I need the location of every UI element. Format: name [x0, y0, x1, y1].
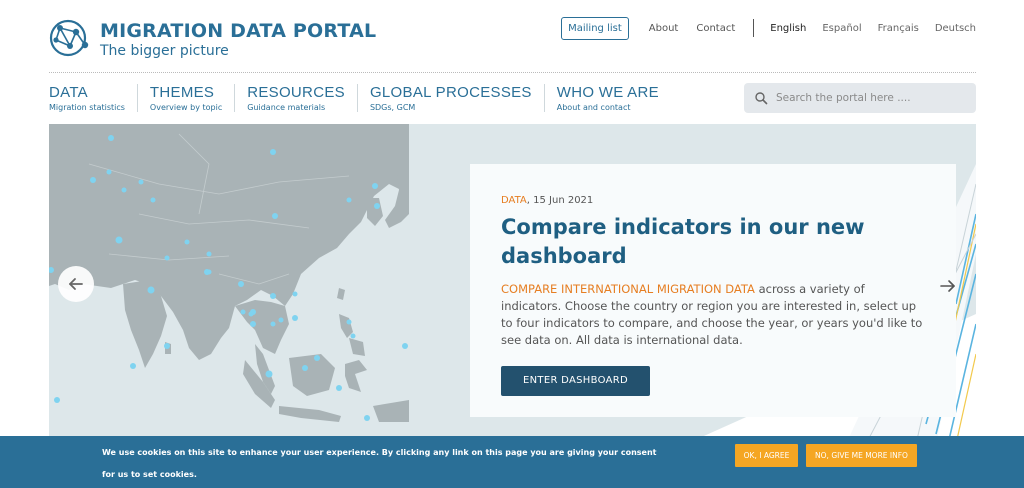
hero-title[interactable]: Compare indicators in our new dashboard — [501, 213, 926, 271]
site-tagline: The bigger picture — [100, 43, 229, 59]
carousel-prev-button[interactable] — [58, 266, 94, 302]
cookie-agree-button[interactable]: OK, I AGREE — [735, 444, 798, 467]
language-german[interactable]: Deutsch — [935, 23, 976, 34]
article-meta: DATA, 15 Jun 2021 — [501, 195, 926, 206]
carousel-next-button[interactable] — [936, 274, 960, 298]
language-english[interactable]: English — [770, 23, 806, 34]
cookie-message: We use cookies on this site to enhance y… — [102, 448, 657, 479]
hero-carousel: DATA, 15 Jun 2021 Compare indicators in … — [49, 124, 976, 444]
nav-item-subtitle: Guidance materials — [247, 103, 326, 112]
language-french[interactable]: Français — [878, 23, 919, 34]
nav-item-title: WHO WE ARE — [556, 84, 659, 101]
nav-item-resources[interactable]: RESOURCES Guidance materials — [247, 84, 358, 112]
article-category[interactable]: DATA — [501, 195, 527, 206]
cookie-banner: We use cookies on this site to enhance y… — [0, 436, 1024, 488]
search-icon[interactable] — [754, 91, 768, 105]
nav-item-title: RESOURCES — [247, 84, 345, 101]
enter-dashboard-button[interactable]: ENTER DASHBOARD — [501, 366, 650, 396]
network-globe-icon[interactable] — [46, 16, 90, 60]
cookie-more-info-button[interactable]: NO, GIVE ME MORE INFO — [806, 444, 917, 467]
nav-item-title: DATA — [49, 84, 88, 101]
world-map-image — [49, 124, 409, 444]
nav-item-who-we-are[interactable]: WHO WE ARE About and contact — [557, 84, 671, 112]
arrow-right-icon — [940, 280, 955, 292]
header-divider — [49, 72, 976, 73]
utility-nav: Mailing list About Contact English Españ… — [561, 16, 976, 40]
nav-divider — [753, 19, 755, 37]
main-nav: DATA Migration statistics THEMES Overvie… — [49, 84, 683, 112]
nav-item-subtitle: About and contact — [556, 103, 631, 112]
hero-highlight-link[interactable]: COMPARE INTERNATIONAL MIGRATION DATA — [501, 282, 755, 296]
hero-description: COMPARE INTERNATIONAL MIGRATION DATA acr… — [501, 281, 926, 349]
nav-item-title: GLOBAL PROCESSES — [369, 84, 532, 101]
site-title[interactable]: MIGRATION DATA PORTAL — [100, 20, 376, 42]
nav-item-themes[interactable]: THEMES Overview by topic — [149, 84, 236, 112]
mailing-list-button[interactable]: Mailing list — [561, 16, 629, 40]
nav-item-subtitle: Overview by topic — [149, 103, 223, 112]
nav-item-title: THEMES — [149, 84, 215, 101]
article-date: , 15 Jun 2021 — [526, 195, 594, 206]
hero-card: DATA, 15 Jun 2021 Compare indicators in … — [470, 164, 956, 417]
about-link[interactable]: About — [649, 23, 679, 34]
contact-link[interactable]: Contact — [696, 23, 735, 34]
nav-item-subtitle: SDGs, GCM — [369, 103, 416, 112]
arrow-left-icon — [69, 278, 83, 290]
nav-item-global-processes[interactable]: GLOBAL PROCESSES SDGs, GCM — [370, 84, 545, 112]
search-input[interactable] — [776, 92, 966, 104]
language-spanish[interactable]: Español — [822, 23, 861, 34]
nav-item-subtitle: Migration statistics — [49, 103, 125, 112]
search-bar[interactable] — [744, 83, 976, 113]
nav-item-data[interactable]: DATA Migration statistics — [49, 84, 138, 112]
